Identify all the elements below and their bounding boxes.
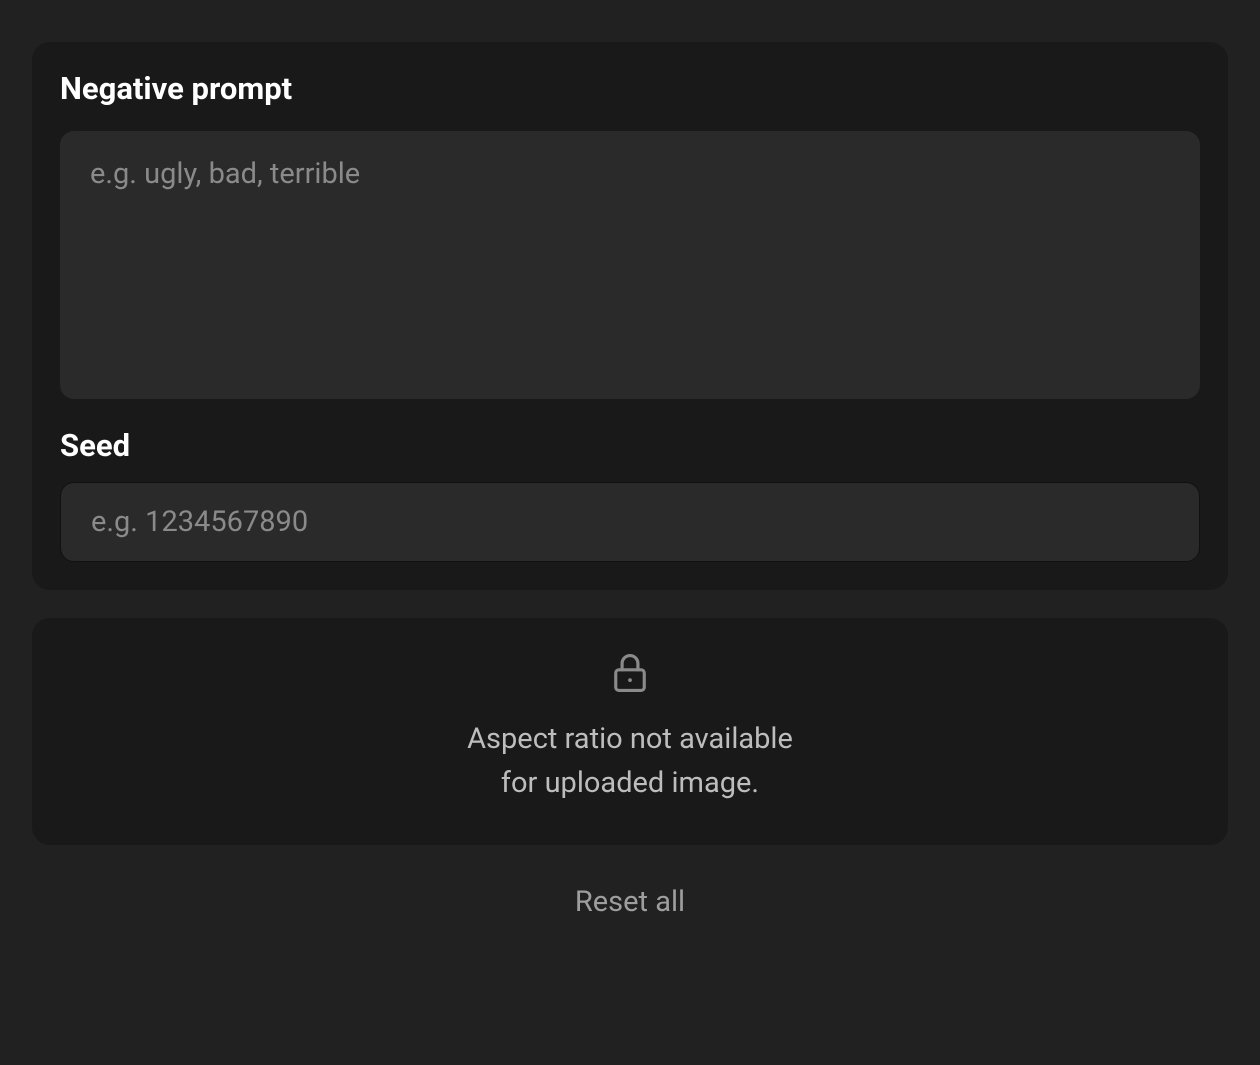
seed-heading: Seed [60, 427, 1200, 464]
negative-prompt-heading: Negative prompt [60, 70, 1200, 107]
prompt-settings-card: Negative prompt Seed [32, 42, 1228, 590]
aspect-ratio-card: Aspect ratio not available for uploaded … [32, 618, 1228, 845]
lock-icon [611, 652, 649, 694]
aspect-ratio-message-line1: Aspect ratio not available [467, 718, 793, 762]
seed-input-wrap [60, 482, 1200, 562]
aspect-ratio-message-line2: for uploaded image. [467, 762, 793, 806]
reset-all-button[interactable]: Reset all [559, 877, 701, 927]
negative-prompt-input-wrap [60, 131, 1200, 399]
negative-prompt-input[interactable] [60, 131, 1200, 395]
seed-input[interactable] [61, 483, 1199, 561]
reset-row: Reset all [32, 869, 1228, 927]
aspect-ratio-message: Aspect ratio not available for uploaded … [467, 718, 793, 805]
